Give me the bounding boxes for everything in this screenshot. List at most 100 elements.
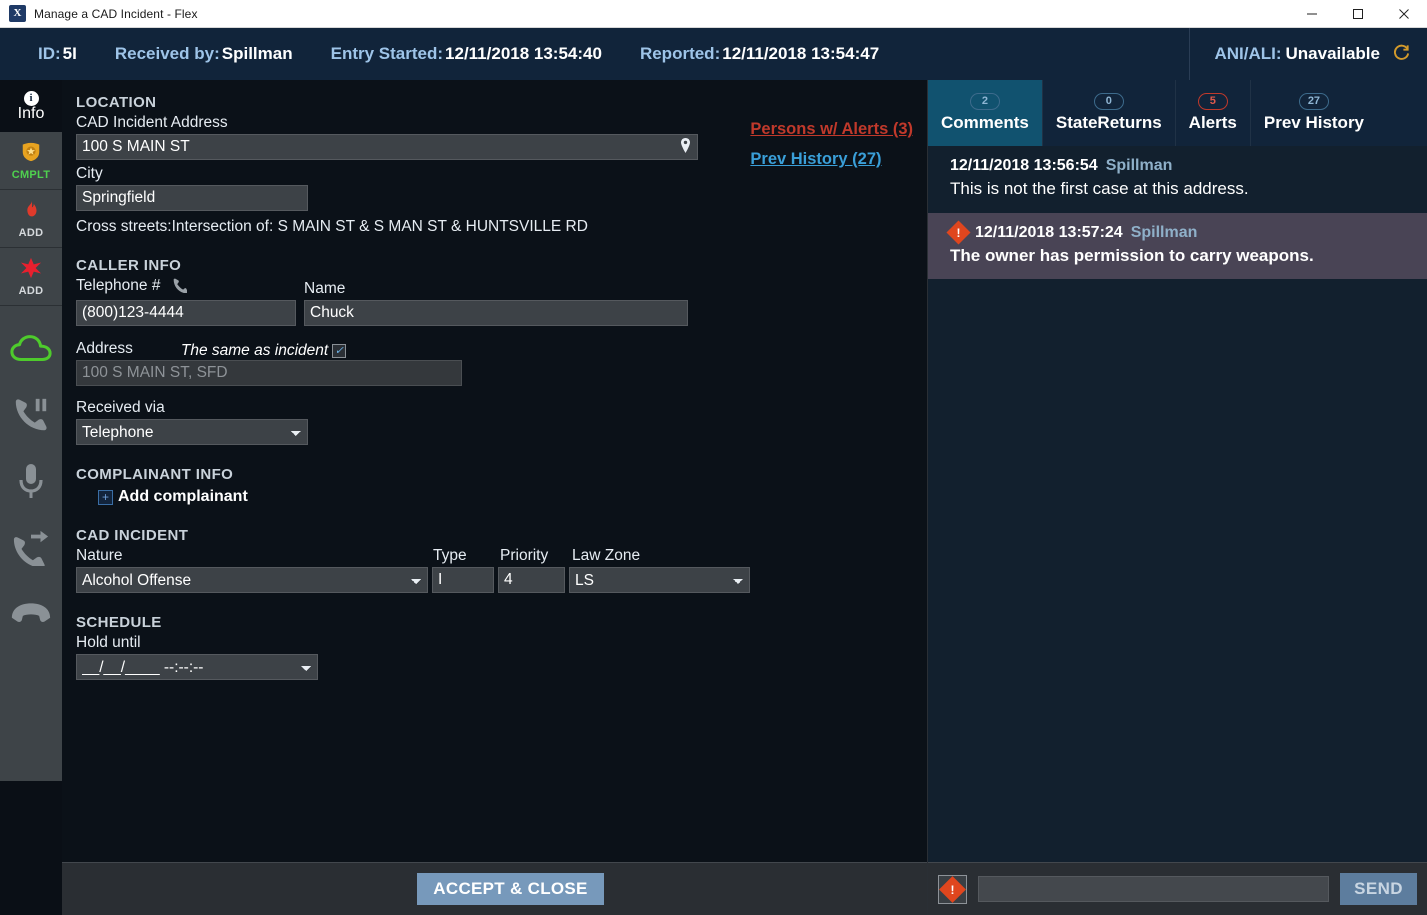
tab-comments-badge: 2 xyxy=(970,93,1000,110)
header-entry-started-label: Entry Started: xyxy=(331,44,443,64)
label-telephone: Telephone # xyxy=(76,277,304,298)
header-received-by-label: Received by: xyxy=(115,44,220,64)
label-type: Type xyxy=(433,547,500,565)
header-entry-started-value: 12/11/2018 13:54:40 xyxy=(445,44,602,64)
add-complainant-button[interactable]: + Add complainant xyxy=(98,488,913,506)
header-received-by-value: Spillman xyxy=(222,44,293,64)
section-title-location: LOCATION xyxy=(76,94,913,111)
tab-alerts[interactable]: 5 Alerts xyxy=(1176,80,1251,146)
rail-label-fire-add: ADD xyxy=(19,227,44,239)
plus-box-icon: + xyxy=(98,490,113,505)
flex-app-icon: X xyxy=(9,5,26,22)
city-input[interactable] xyxy=(76,185,308,211)
alert-diamond-icon: ! xyxy=(939,876,966,903)
rail-item-fire-add[interactable]: ADD xyxy=(0,190,62,248)
caller-labels-row: Telephone # Name xyxy=(76,277,913,300)
same-as-incident-control[interactable]: The same as incident ✓ xyxy=(181,342,346,360)
same-as-incident-checkbox[interactable]: ✓ xyxy=(332,344,346,358)
comment-text: This is not the first case at this addre… xyxy=(950,179,1405,200)
caller-address-input[interactable] xyxy=(76,360,462,386)
prev-history-link[interactable]: Prev History (27) xyxy=(750,150,913,169)
label-caller-address: Address xyxy=(76,340,133,358)
comment-item[interactable]: 12/11/2018 13:56:54 Spillman This is not… xyxy=(928,146,1427,213)
comment-item[interactable]: ! 12/11/2018 13:57:24 Spillman The owner… xyxy=(928,213,1427,280)
cloud-icon[interactable] xyxy=(0,316,62,382)
incident-header: ID: 5I Received by: Spillman Entry Start… xyxy=(0,28,1427,80)
comment-meta: 12/11/2018 13:56:54 Spillman xyxy=(950,157,1405,175)
hold-until-select[interactable]: __/__/____ --:--:-- xyxy=(76,654,318,680)
right-panel-tabs: 2 Comments 0 StateReturns 5 Alerts 27 Pr… xyxy=(928,80,1427,146)
comment-text: The owner has permission to carry weapon… xyxy=(950,246,1405,267)
incident-form: LOCATION CAD Incident Address City Cross… xyxy=(62,94,927,680)
rail-item-law-complete[interactable]: CMPLT xyxy=(0,132,62,190)
law-zone-select[interactable]: LS xyxy=(569,567,750,593)
call-hold-icon[interactable] xyxy=(0,382,62,448)
label-telephone-text: Telephone # xyxy=(76,277,160,294)
tab-prev-history-label: Prev History xyxy=(1264,113,1364,133)
minimize-icon[interactable] xyxy=(1289,0,1335,28)
tab-comments-label: Comments xyxy=(941,113,1029,133)
type-input[interactable] xyxy=(432,567,494,593)
window-title: Manage a CAD Incident - Flex xyxy=(34,7,198,21)
header-id: ID: 5I xyxy=(38,44,77,64)
received-via-select[interactable]: Telephone xyxy=(76,419,308,445)
tab-statereturns[interactable]: 0 StateReturns xyxy=(1043,80,1176,146)
header-received-by: Received by: Spillman xyxy=(115,44,293,64)
header-reported-label: Reported: xyxy=(640,44,720,64)
telephone-icon xyxy=(171,277,187,298)
section-title-cad-incident: CAD INCIDENT xyxy=(76,527,913,544)
persons-with-alerts-link[interactable]: Persons w/ Alerts (3) xyxy=(750,120,913,139)
rail-item-ems-add[interactable]: ADD xyxy=(0,248,62,306)
call-transfer-icon[interactable] xyxy=(0,514,62,580)
comment-timestamp: 12/11/2018 13:57:24 xyxy=(975,224,1123,242)
comments-list[interactable]: 12/11/2018 13:56:54 Spillman This is not… xyxy=(928,146,1427,862)
comment-send-bar: ! SEND xyxy=(928,862,1427,915)
comment-user: Spillman xyxy=(1131,224,1198,242)
refresh-icon[interactable] xyxy=(1392,43,1411,66)
cad-incident-address-input[interactable] xyxy=(76,134,698,160)
fire-flame-icon xyxy=(20,199,42,226)
incident-labels-row: Nature Type Priority Law Zone xyxy=(76,547,913,567)
right-panel: 2 Comments 0 StateReturns 5 Alerts 27 Pr… xyxy=(928,80,1427,915)
tab-alerts-label: Alerts xyxy=(1189,113,1237,133)
priority-input[interactable] xyxy=(498,567,565,593)
accept-and-close-button[interactable]: ACCEPT & CLOSE xyxy=(417,873,603,905)
form-action-bar: ACCEPT & CLOSE xyxy=(62,862,927,915)
tab-prev-history-badge: 27 xyxy=(1299,93,1329,110)
add-complainant-label: Add complainant xyxy=(118,488,248,506)
cross-streets-value: Intersection of: S MAIN ST & S MAN ST & … xyxy=(172,218,588,235)
tab-prev-history[interactable]: 27 Prev History xyxy=(1251,80,1377,146)
label-priority: Priority xyxy=(500,547,572,565)
alert-toggle-button[interactable]: ! xyxy=(938,875,967,904)
telephone-input[interactable] xyxy=(76,300,296,326)
label-received-via: Received via xyxy=(76,399,913,417)
app-body: i Info CMPLT ADD xyxy=(0,80,1427,915)
header-ani-ali: ANI/ALI: Unavailable xyxy=(1189,28,1427,80)
send-button[interactable]: SEND xyxy=(1340,873,1417,905)
section-title-caller-info: CALLER INFO xyxy=(76,257,913,274)
ems-cross-icon xyxy=(19,257,43,284)
tab-comments[interactable]: 2 Comments xyxy=(928,80,1043,146)
hang-up-icon[interactable] xyxy=(0,580,62,646)
header-id-label: ID: xyxy=(38,44,61,64)
caller-name-input[interactable] xyxy=(304,300,688,326)
section-title-schedule: SCHEDULE xyxy=(76,614,913,631)
cross-streets: Cross streets:Intersection of: S MAIN ST… xyxy=(76,218,913,236)
close-icon[interactable] xyxy=(1381,0,1427,28)
tab-alerts-badge: 5 xyxy=(1198,93,1228,110)
label-nature: Nature xyxy=(76,547,433,565)
rail-item-info[interactable]: i Info xyxy=(0,80,62,132)
header-ani-label: ANI/ALI: xyxy=(1214,44,1281,64)
microphone-icon[interactable] xyxy=(0,448,62,514)
label-hold-until: Hold until xyxy=(76,634,913,652)
cross-streets-label: Cross streets: xyxy=(76,218,172,235)
label-law-zone: Law Zone xyxy=(572,547,640,565)
maximize-icon[interactable] xyxy=(1335,0,1381,28)
rail-info-label: Info xyxy=(18,105,45,123)
nature-select[interactable]: Alcohol Offense xyxy=(76,567,428,593)
window-title-bar: X Manage a CAD Incident - Flex xyxy=(0,0,1427,28)
location-links: Persons w/ Alerts (3) Prev History (27) xyxy=(750,120,913,169)
comment-input[interactable] xyxy=(978,876,1329,902)
caller-address-label-row: Address The same as incident ✓ xyxy=(76,340,913,360)
comment-timestamp: 12/11/2018 13:56:54 xyxy=(950,157,1098,175)
